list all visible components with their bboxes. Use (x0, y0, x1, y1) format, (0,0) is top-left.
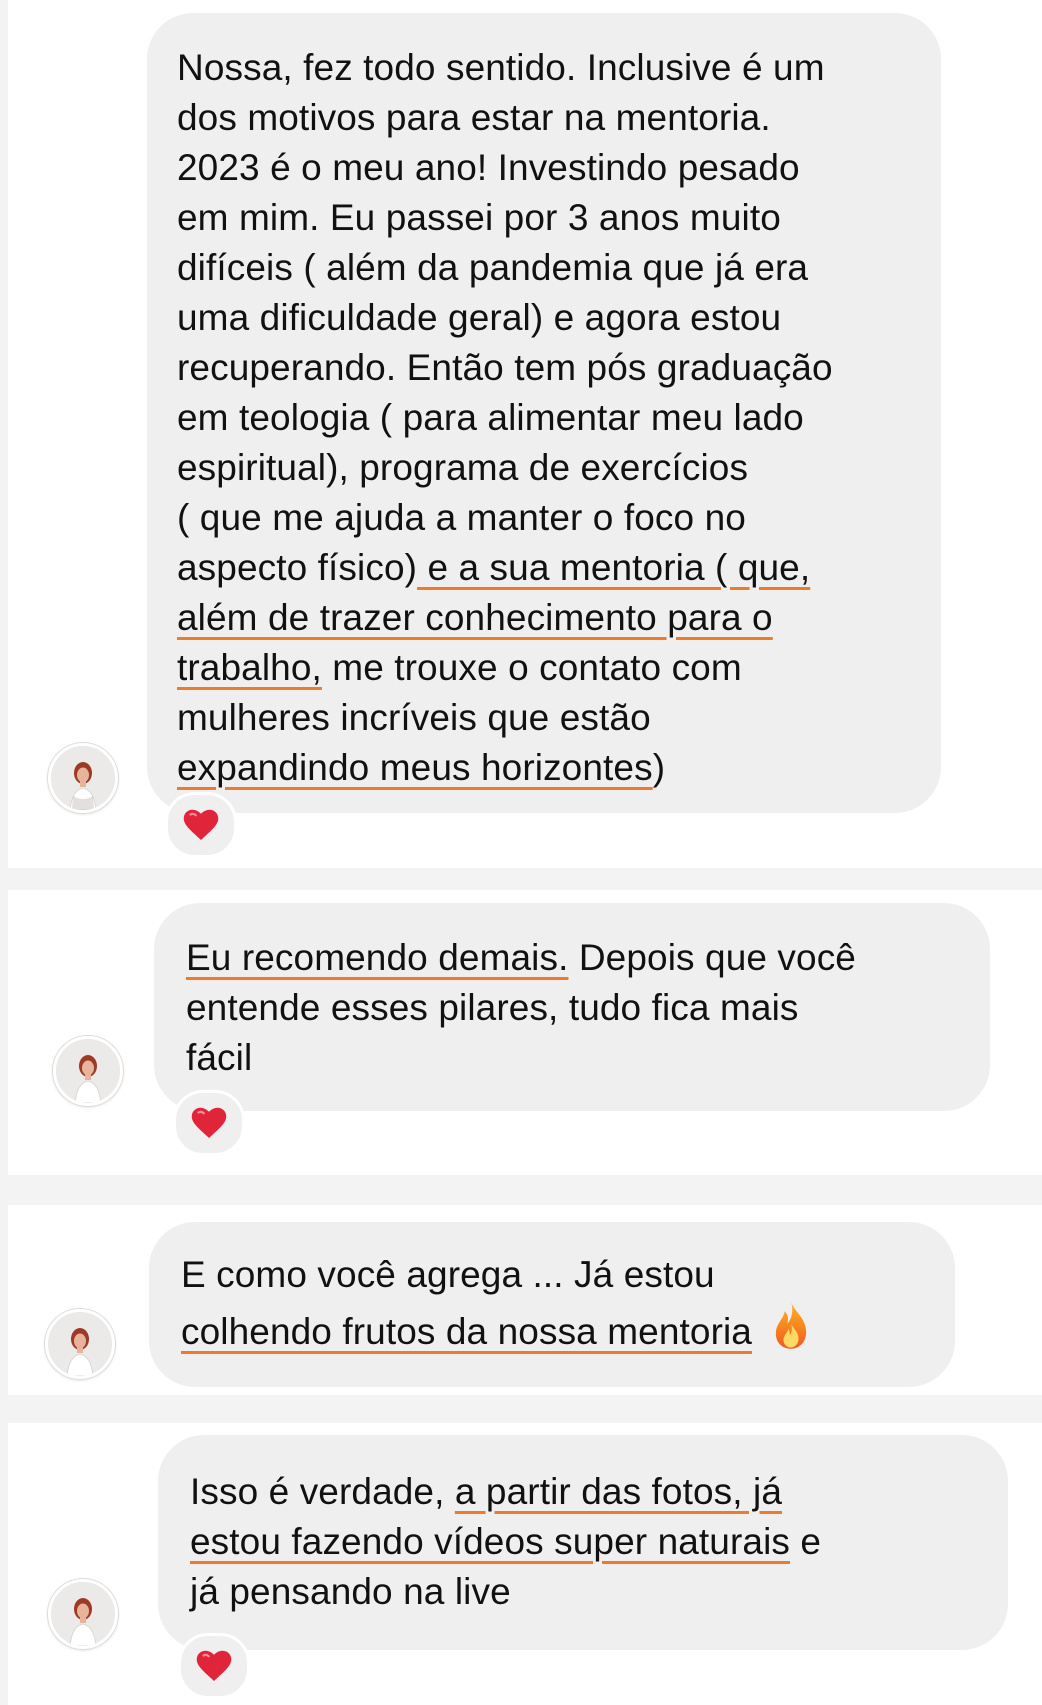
message-segment: entende esses pilares, tudo fica mais (186, 987, 799, 1028)
highlighted-text: além de trazer conhecimento para o (177, 597, 773, 638)
heart-icon (183, 809, 219, 840)
message-segment: já pensando na live (190, 1571, 511, 1612)
message-line: fácil (186, 1033, 990, 1083)
message-segment: ) (652, 747, 666, 788)
reaction-badge[interactable] (173, 1090, 245, 1156)
message-line: Eu recomendo demais. Depois que você (186, 933, 990, 983)
message-segment: dos motivos para estar na mentoria. (177, 97, 771, 138)
highlighted-text: estou fazendo vídeos super naturais (190, 1521, 790, 1562)
avatar[interactable] (48, 743, 118, 813)
message-segment: em teologia ( para alimentar meu lado (177, 397, 804, 438)
highlighted-text: Eu recomendo demais. (186, 937, 569, 978)
avatar-photo-icon (51, 746, 115, 810)
message-text: Eu recomendo demais. Depois que você ente… (186, 933, 990, 1083)
message-line: colhendo frutos da nossa mentoria (181, 1300, 955, 1352)
message-segment: me trouxe o contato com (321, 647, 742, 688)
message-segment: difíceis ( além da pandemia que já era (177, 247, 809, 288)
message-segment: ( que me ajuda a manter o foco no (177, 497, 746, 538)
message-line: E como você agrega ... Já estou (181, 1250, 955, 1300)
message-line: uma dificuldade geral) e agora estou (177, 293, 941, 343)
message-line: expandindo meus horizontes) (177, 743, 941, 793)
avatar[interactable] (45, 1309, 115, 1379)
message-card-2: Eu recomendo demais. Depois que você ente… (8, 890, 1042, 1175)
message-segment: aspecto físico) (177, 547, 418, 588)
message-text: Nossa, fez todo sentido. Inclusive é um d… (177, 43, 941, 793)
message-segment: mulheres incríveis que estão (177, 697, 651, 738)
highlighted-text: expandindo meus horizontes (177, 747, 653, 788)
message-bubble[interactable]: Eu recomendo demais. Depois que você ente… (154, 903, 990, 1111)
message-card-4: Isso é verdade, a partir das fotos, já es… (8, 1423, 1042, 1705)
message-segment: Nossa, fez todo sentido. Inclusive é um (177, 47, 825, 88)
message-segment: espiritual), programa de exercícios (177, 447, 749, 488)
message-text: Isso é verdade, a partir das fotos, já es… (190, 1467, 1008, 1617)
heart-icon (191, 1107, 227, 1138)
message-line: em teologia ( para alimentar meu lado (177, 393, 941, 443)
message-line: trabalho, me trouxe o contato com (177, 643, 941, 693)
message-line: espiritual), programa de exercícios (177, 443, 941, 493)
message-line: ( que me ajuda a manter o foco no (177, 493, 941, 543)
message-line: Nossa, fez todo sentido. Inclusive é um (177, 43, 941, 93)
message-line: dos motivos para estar na mentoria. (177, 93, 941, 143)
reaction-badge[interactable] (178, 1633, 250, 1699)
message-segment: fácil (186, 1037, 253, 1078)
message-segment: e (790, 1521, 822, 1562)
avatar-photo-icon (51, 1582, 115, 1646)
message-text: E como você agrega ... Já estou colhendo … (181, 1250, 955, 1352)
reaction-badge[interactable] (165, 792, 237, 858)
heart-icon (196, 1650, 232, 1681)
highlighted-text: a partir das fotos, já (454, 1471, 783, 1512)
message-segment: E como você agrega ... Já estou (181, 1254, 715, 1295)
message-line: mulheres incríveis que estão (177, 693, 941, 743)
message-bubble[interactable]: E como você agrega ... Já estou colhendo … (149, 1222, 955, 1387)
message-segment: Isso é verdade, (190, 1471, 455, 1512)
message-line: já pensando na live (190, 1567, 1008, 1617)
message-card-3: E como você agrega ... Já estou colhendo … (8, 1205, 1042, 1395)
message-segment: uma dificuldade geral) e agora estou (177, 297, 782, 338)
highlighted-text: trabalho, (177, 647, 322, 688)
message-bubble[interactable]: Isso é verdade, a partir das fotos, já es… (158, 1435, 1008, 1650)
message-line: recuperando. Então tem pós graduação (177, 343, 941, 393)
message-segment: recuperando. Então tem pós graduação (177, 347, 833, 388)
message-line: além de trazer conhecimento para o (177, 593, 941, 643)
fire-icon (770, 1300, 812, 1363)
message-line: 2023 é o meu ano! Investindo pesado (177, 143, 941, 193)
message-card-1: Nossa, fez todo sentido. Inclusive é um d… (8, 0, 1042, 868)
message-segment: 2023 é o meu ano! Investindo pesado (177, 147, 800, 188)
message-line: Isso é verdade, a partir das fotos, já (190, 1467, 1008, 1517)
message-line: difíceis ( além da pandemia que já era (177, 243, 941, 293)
message-line: aspecto físico) e a sua mentoria ( que, (177, 543, 941, 593)
message-line: em mim. Eu passei por 3 anos muito (177, 193, 941, 243)
avatar[interactable] (53, 1036, 123, 1106)
highlighted-text: colhendo frutos da nossa mentoria (181, 1311, 752, 1352)
message-line: estou fazendo vídeos super naturais e (190, 1517, 1008, 1567)
message-segment: em mim. Eu passei por 3 anos muito (177, 197, 781, 238)
message-line: entende esses pilares, tudo fica mais (186, 983, 990, 1033)
highlighted-text: e a sua mentoria ( que, (417, 547, 811, 588)
avatar-photo-icon (56, 1039, 120, 1103)
avatar[interactable] (48, 1579, 118, 1649)
avatar-photo-icon (48, 1312, 112, 1376)
message-segment: Depois que você (568, 937, 856, 978)
message-bubble[interactable]: Nossa, fez todo sentido. Inclusive é um d… (147, 13, 941, 813)
